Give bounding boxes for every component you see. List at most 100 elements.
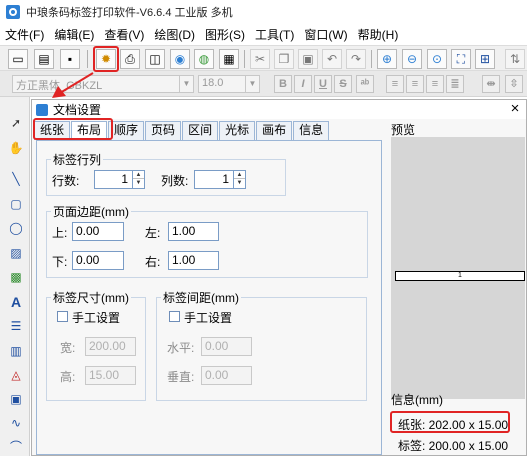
tab-paper[interactable]: 纸张 [34, 121, 71, 140]
arc-icon: ⌒ [9, 440, 22, 454]
cols-spin[interactable]: ▲ ▼ [233, 171, 245, 188]
rows-stepper[interactable]: 1 ▲ ▼ [94, 170, 145, 189]
qrcode-tool[interactable]: ▣ [6, 389, 26, 408]
align-right-icon: ≡ [431, 78, 439, 90]
font-name-value: 方正黑体_GBKZL [16, 80, 103, 92]
left-margin-field[interactable]: 1.00 [168, 222, 219, 241]
justify-button[interactable]: ≣ [446, 75, 464, 93]
cols-stepper[interactable]: 1 ▲ ▼ [194, 170, 246, 189]
line-tool[interactable]: ╲ [6, 169, 26, 188]
fit-page-button[interactable]: ⛶ [451, 49, 471, 69]
hand-tool[interactable]: ✋ [6, 138, 26, 157]
paste-button[interactable]: ▣ [298, 49, 318, 69]
cut-icon: ✂ [254, 52, 266, 66]
distribute-button[interactable]: ⇹ [482, 75, 500, 93]
rows-cols-title: 标签行列 [51, 151, 104, 168]
menu-draw[interactable]: 绘图(D) [149, 26, 200, 43]
open-button[interactable]: ▤ [34, 49, 54, 69]
window-titlebar: 中琅条码标签打印软件-V6.6.4 工业版 多机 [0, 0, 527, 24]
superscript-button[interactable]: ᵃᵇ [356, 75, 374, 93]
vertical-spacing-field[interactable]: 0.00 [201, 366, 252, 385]
menu-view[interactable]: 查看(V) [99, 26, 149, 43]
tab-order[interactable]: 顺序 [108, 121, 145, 140]
image-tool[interactable]: ▨ [6, 243, 26, 262]
font-name-select[interactable]: 方正黑体_GBKZL ▼ [12, 75, 194, 93]
spin-up-icon[interactable]: ▲ [234, 171, 245, 179]
new-button[interactable]: ▭ [8, 49, 28, 69]
text-tool[interactable]: A [6, 292, 26, 311]
rectangle-tool[interactable]: ▢ [6, 194, 26, 213]
arc-tool[interactable]: ⌒ [6, 437, 26, 456]
spin-up-icon[interactable]: ▲ [133, 171, 144, 179]
label-height-field[interactable]: 15.00 [85, 366, 136, 385]
menu-tools[interactable]: 工具(T) [250, 26, 299, 43]
underline-button[interactable]: U [314, 75, 332, 93]
ellipse-tool[interactable]: ◯ [6, 218, 26, 237]
label-width-field[interactable]: 200.00 [85, 337, 136, 356]
actual-size-button[interactable]: ⊞ [475, 49, 495, 69]
italic-button[interactable]: I [294, 75, 312, 93]
zoom-in-button[interactable]: ⊕ [377, 49, 397, 69]
fit-page-icon: ⛶ [456, 52, 466, 66]
tab-page-number[interactable]: 页码 [145, 121, 182, 140]
tab-range[interactable]: 区间 [182, 121, 219, 140]
manual-size-checkbox[interactable] [57, 311, 68, 322]
pointer-tool[interactable]: ➚ [6, 113, 26, 132]
label-height-label: 高: [60, 370, 76, 384]
barcode-tool[interactable]: ▥ [6, 341, 26, 360]
right-margin-field[interactable]: 1.00 [168, 251, 219, 270]
zoom-fit-button[interactable]: ⊙ [427, 49, 447, 69]
spacing-button[interactable]: ⇳ [505, 75, 523, 93]
menu-help[interactable]: 帮助(H) [353, 26, 404, 43]
redo-button[interactable]: ↷ [346, 49, 366, 69]
curve-tool[interactable]: ∿ [6, 413, 26, 432]
picture-tool[interactable]: ▩ [6, 267, 26, 286]
strikethrough-button[interactable]: S [334, 75, 352, 93]
data-source-icon: ◍ [198, 52, 210, 66]
menu-shape[interactable]: 图形(S) [200, 26, 250, 43]
more-tools-button[interactable]: ⇅ [505, 49, 525, 69]
manual-spacing-checkbox[interactable] [169, 311, 180, 322]
horizontal-spacing-label: 水平: [167, 341, 195, 355]
data-source-button[interactable]: ◍ [194, 49, 214, 69]
tab-canvas[interactable]: 画布 [256, 121, 293, 140]
tab-info[interactable]: 信息 [293, 121, 330, 140]
align-center-button[interactable]: ≡ [406, 75, 424, 93]
bottom-margin-field[interactable]: 0.00 [72, 251, 124, 270]
cut-button[interactable]: ✂ [250, 49, 270, 69]
database-button[interactable]: ◉ [170, 49, 190, 69]
horizontal-spacing-field[interactable]: 0.00 [201, 337, 252, 356]
tab-layout[interactable]: 布局 [71, 121, 108, 140]
align-right-button[interactable]: ≡ [426, 75, 444, 93]
save-button[interactable]: ▪ [60, 49, 80, 69]
font-size-select[interactable]: 18.0 ▼ [198, 75, 260, 93]
image-icon: ▨ [10, 245, 22, 260]
grid-button[interactable]: ▦ [219, 49, 239, 69]
print-preview-button[interactable]: ◫ [145, 49, 165, 69]
document-settings-button[interactable]: ✹ [96, 49, 116, 69]
menu-edit[interactable]: 编辑(E) [49, 26, 99, 43]
zoom-out-icon: ⊖ [406, 52, 418, 66]
chevron-down-icon: ▼ [245, 76, 259, 92]
align-left-button[interactable]: ≡ [386, 75, 404, 93]
shape-icon: ◬ [11, 367, 21, 382]
menu-window[interactable]: 窗口(W) [299, 26, 352, 43]
rows-spin[interactable]: ▲ ▼ [132, 171, 144, 188]
bold-button[interactable]: B [274, 75, 292, 93]
tab-cursor[interactable]: 光标 [219, 121, 256, 140]
main-toolbar: ▭ ▤ ▪ ✹ ⎙ ◫ ◉ ◍ ▦ ✂ ❐ ▣ ↶ ↷ ⊕ ⊖ ⊙ ⛶ ⊞ ⇅ [0, 45, 527, 71]
menu-file[interactable]: 文件(F) [0, 26, 49, 43]
close-icon[interactable]: × [508, 100, 522, 118]
print-button[interactable]: ⎙ [120, 49, 140, 69]
zoom-out-button[interactable]: ⊖ [402, 49, 422, 69]
undo-button[interactable]: ↶ [322, 49, 342, 69]
copy-button[interactable]: ❐ [274, 49, 294, 69]
spin-down-icon[interactable]: ▼ [133, 179, 144, 187]
top-margin-field[interactable]: 0.00 [72, 222, 124, 241]
paragraph-tool[interactable]: ☰ [6, 316, 26, 335]
spin-down-icon[interactable]: ▼ [234, 179, 245, 187]
shape-tool[interactable]: ◬ [6, 365, 26, 384]
page-margins-group: 页面边距(mm) 上: 0.00 左: 1.00 下: 0.00 右: 1.00 [46, 203, 368, 278]
text-icon: A [10, 293, 22, 310]
paste-icon: ▣ [302, 52, 314, 66]
